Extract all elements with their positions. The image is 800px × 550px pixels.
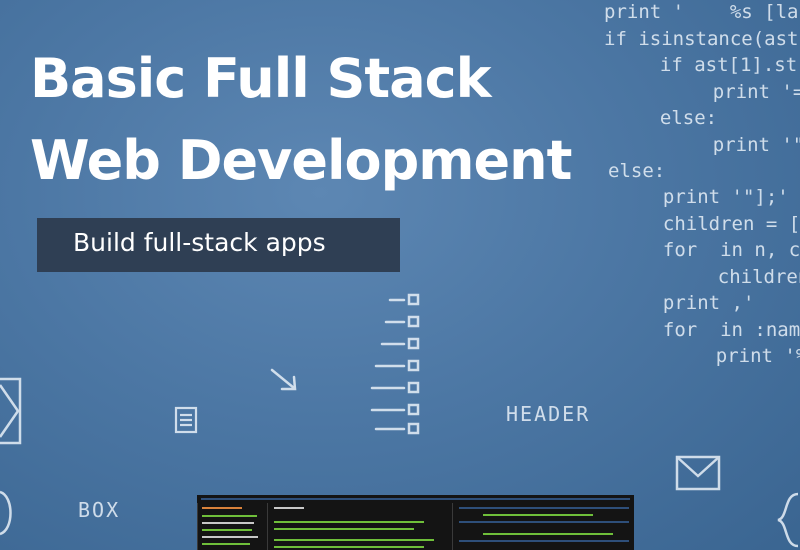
code-line: for in n, chil <box>662 239 800 261</box>
code-line: print '"];' <box>640 186 789 208</box>
terminal-pane-1 <box>197 503 263 550</box>
circle-sketch-icon <box>0 490 12 536</box>
banner-canvas: print ' %s [labe if isinstance(ast[1 if … <box>0 0 800 550</box>
arrow-icon <box>270 368 297 391</box>
envelope-outline-icon <box>0 377 22 445</box>
code-line: if ast[1].strip( <box>659 54 800 76</box>
code-line: print '"]' <box>712 134 800 156</box>
code-line: print ' %s [labe <box>604 1 800 23</box>
code-line: if isinstance(ast[1 <box>604 28 800 50</box>
checklist-icon <box>370 293 420 435</box>
terminal-titlebar <box>201 498 630 500</box>
subtitle-text: Build full-stack apps <box>73 228 326 257</box>
code-line: print ,' %s <box>662 292 755 314</box>
subtitle-banner: Build full-stack apps <box>37 218 400 272</box>
brace-icon <box>777 492 799 548</box>
code-line: children.appe <box>717 266 800 288</box>
code-line: for in :namechi <box>662 319 800 341</box>
code-line: children = [] <box>640 213 800 235</box>
terminal-screen <box>197 495 634 550</box>
terminal-pane-2 <box>267 503 448 550</box>
title-line-1: Basic Full Stack <box>30 47 492 110</box>
terminal-pane-3 <box>452 503 635 550</box>
code-line: else: <box>608 160 666 182</box>
code-line: print '%s' % <box>715 345 800 367</box>
box-sketch-label: BOX <box>78 498 121 522</box>
header-sketch-label: HEADER <box>506 402 591 426</box>
envelope-outline-icon <box>675 455 721 491</box>
code-line: print '= %s"] <box>712 81 800 103</box>
code-line: else: <box>637 107 718 129</box>
document-icon <box>174 406 198 434</box>
title-line-2: Web Development <box>30 129 572 192</box>
